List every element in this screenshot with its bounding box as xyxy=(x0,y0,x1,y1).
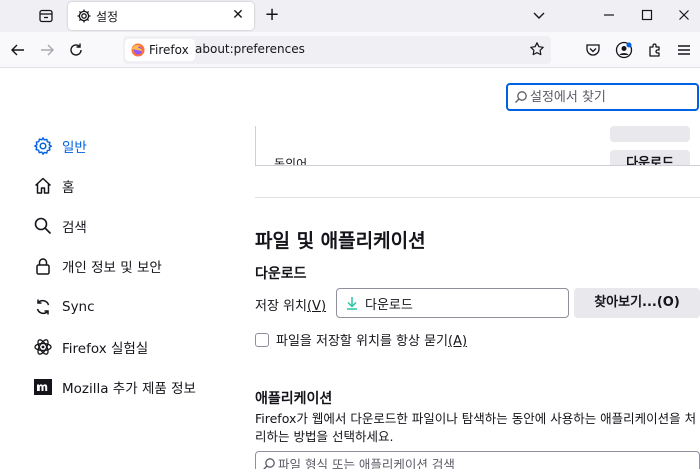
close-tab-icon[interactable]: ✕ xyxy=(230,7,246,23)
home-icon xyxy=(33,176,53,196)
search-icon xyxy=(514,90,528,104)
forward-button[interactable] xyxy=(38,41,56,59)
chevron-down-icon xyxy=(533,12,545,19)
hamburger-menu-icon xyxy=(678,45,690,55)
search-icon xyxy=(33,216,53,236)
tab-settings[interactable]: 설정 ✕ xyxy=(68,2,254,30)
lock-icon xyxy=(33,256,53,276)
close-window-button[interactable] xyxy=(676,7,692,23)
list-item-partial: 동의어 xyxy=(274,157,308,166)
bookmark-star-button[interactable] xyxy=(529,41,545,57)
always-ask-row: 파일을 저장할 위치를 항상 묻기(A) xyxy=(255,330,467,349)
download-arrow-icon xyxy=(347,297,357,310)
sidebar-item-home[interactable]: 홈 xyxy=(33,174,74,198)
save-to-label-text: 저장 위치 xyxy=(255,299,307,314)
star-icon xyxy=(530,42,544,56)
sidebar-item-label: Firefox 실험실 xyxy=(62,341,149,357)
list-button-partial[interactable] xyxy=(610,126,690,142)
downloads-heading: 다운로드 xyxy=(255,266,307,282)
arrow-left-icon xyxy=(11,44,24,56)
sidebar-item-privacy[interactable]: 개인 정보 및 보안 xyxy=(33,254,162,278)
browse-button[interactable]: 찾아보기...(O) xyxy=(574,288,700,318)
sidebar-item-search[interactable]: 검색 xyxy=(33,214,87,238)
tab-strip: 설정 ✕ + xyxy=(0,0,700,32)
settings-search[interactable] xyxy=(506,83,699,111)
back-button[interactable] xyxy=(9,41,27,59)
section-divider xyxy=(255,197,700,198)
arrow-right-icon xyxy=(41,44,54,56)
always-ask-accesskey: (A) xyxy=(448,334,468,349)
url-text[interactable]: about:preferences xyxy=(195,42,305,56)
sidebar-item-label: 홈 xyxy=(62,180,75,196)
mozilla-icon xyxy=(33,377,53,397)
url-bar[interactable]: Firefox about:preferences xyxy=(123,36,551,64)
gear-icon xyxy=(76,8,92,24)
applications-heading: 애플리케이션 xyxy=(255,391,333,407)
identity-label: Firefox xyxy=(149,43,189,57)
puzzle-icon xyxy=(649,43,660,57)
tab-title: 설정 xyxy=(96,10,119,24)
gear-icon xyxy=(33,136,53,156)
new-tab-button[interactable]: + xyxy=(262,5,282,25)
always-ask-label[interactable]: 파일을 저장할 위치를 항상 묻기(A) xyxy=(276,330,467,349)
download-folder-field[interactable]: 다운로드 xyxy=(336,288,569,318)
reload-button[interactable] xyxy=(67,41,85,59)
minimize-button[interactable] xyxy=(601,7,617,23)
sidebar-item-general[interactable]: 일반 xyxy=(33,134,87,158)
sidebar-item-more-from-mozilla[interactable]: Mozilla 추가 제품 정보 xyxy=(33,375,196,399)
sidebar-item-label: Mozilla 추가 제품 정보 xyxy=(62,381,196,397)
firefox-view-icon xyxy=(39,9,53,23)
identity-box[interactable]: Firefox xyxy=(125,39,195,61)
firefox-view-button[interactable] xyxy=(33,4,59,28)
flask-icon xyxy=(33,337,53,357)
download-partial-button[interactable]: 다운로드 xyxy=(610,150,690,165)
minimize-icon xyxy=(604,14,614,16)
search-icon xyxy=(262,457,276,469)
save-to-accesskey: (V) xyxy=(306,299,327,314)
always-ask-label-text: 파일을 저장할 위치를 항상 묻기 xyxy=(276,334,449,349)
applications-search-input[interactable] xyxy=(278,455,678,469)
settings-search-input[interactable] xyxy=(530,88,690,106)
maximize-button[interactable] xyxy=(639,7,655,23)
sync-icon xyxy=(33,297,53,317)
firefox-logo-icon xyxy=(131,43,145,57)
close-icon xyxy=(679,10,689,20)
sidebar-item-label: 일반 xyxy=(62,140,87,156)
navigation-toolbar: Firefox about:preferences xyxy=(0,32,700,68)
always-ask-checkbox[interactable] xyxy=(255,332,269,347)
save-to-label: 저장 위치(V) xyxy=(255,295,326,314)
applications-description: Firefox가 웹에서 다운로드한 파일이나 탐색하는 동안에 사용하는 애플… xyxy=(255,411,697,444)
sidebar-item-label: Sync xyxy=(62,299,95,315)
extensions-button[interactable] xyxy=(646,41,664,59)
pocket-button[interactable] xyxy=(584,41,602,59)
languages-list-frame: 동의어 다운로드 xyxy=(255,126,700,166)
list-all-tabs-button[interactable] xyxy=(531,7,547,23)
account-button[interactable] xyxy=(615,41,633,59)
sidebar-item-label: 개인 정보 및 보안 xyxy=(62,260,162,276)
sidebar-item-experiments[interactable]: Firefox 실험실 xyxy=(33,335,148,359)
section-heading-files-apps: 파일 및 애플리케이션 xyxy=(255,230,426,252)
applications-search[interactable] xyxy=(255,451,700,469)
download-folder-value: 다운로드 xyxy=(365,297,413,313)
maximize-icon xyxy=(641,9,653,21)
sidebar-item-sync[interactable]: Sync xyxy=(33,295,95,319)
app-menu-button[interactable] xyxy=(675,41,693,59)
sidebar-item-label: 검색 xyxy=(62,220,87,236)
account-avatar-icon xyxy=(615,41,633,59)
pocket-icon xyxy=(586,44,600,56)
reload-icon xyxy=(70,43,82,56)
